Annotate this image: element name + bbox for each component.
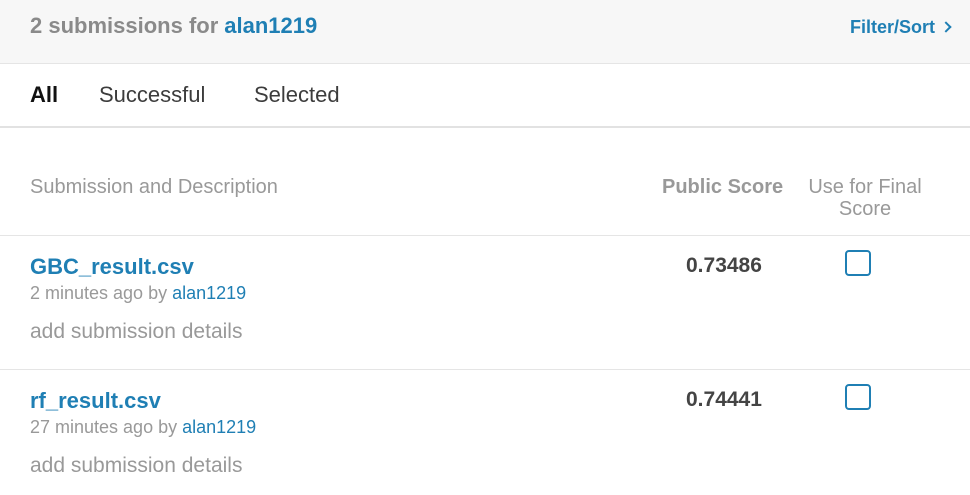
header-username-link[interactable]: alan1219: [224, 13, 317, 38]
submission-meta: 27 minutes ago by alan1219: [30, 417, 256, 438]
submissions-header: 2 submissions for alan1219 Filter/Sort: [0, 0, 970, 64]
public-score: 0.74441: [686, 388, 762, 411]
submission-tabs: All Successful Selected: [0, 64, 970, 128]
column-header-final-score: Use for Final Score: [808, 176, 922, 220]
tab-all[interactable]: All: [30, 82, 58, 108]
submission-user-link[interactable]: alan1219: [172, 283, 246, 303]
tab-selected[interactable]: Selected: [254, 82, 340, 108]
submission-time: 2 minutes ago by: [30, 283, 168, 303]
table-row: GBC_result.csv 2 minutes ago by alan1219…: [0, 236, 970, 369]
submission-count-text: 2 submissions for: [30, 13, 219, 38]
filter-sort-button[interactable]: Filter/Sort: [849, 17, 952, 38]
filter-sort-label: Filter/Sort: [849, 17, 935, 37]
column-header-description: Submission and Description: [30, 176, 278, 198]
submission-file-link[interactable]: GBC_result.csv: [30, 254, 194, 280]
submissions-page: 2 submissions for alan1219 Filter/Sort Al…: [0, 0, 970, 495]
tab-successful[interactable]: Successful: [99, 82, 205, 108]
public-score: 0.73486: [686, 254, 762, 277]
submission-meta: 2 minutes ago by alan1219: [30, 283, 246, 304]
chevron-right-icon: [940, 21, 952, 33]
submission-file-link[interactable]: rf_result.csv: [30, 388, 161, 414]
use-for-final-checkbox[interactable]: [845, 250, 871, 276]
add-submission-details-link[interactable]: add submission details: [30, 454, 242, 478]
add-submission-details-link[interactable]: add submission details: [30, 320, 242, 344]
submission-time: 27 minutes ago by: [30, 417, 178, 437]
table-row: rf_result.csv 27 minutes ago by alan1219…: [0, 370, 970, 495]
submission-user-link[interactable]: alan1219: [182, 417, 256, 437]
column-header-public-score: Public Score: [662, 176, 784, 198]
use-for-final-checkbox[interactable]: [845, 384, 871, 410]
submissions-title: 2 submissions for alan1219: [30, 13, 317, 39]
